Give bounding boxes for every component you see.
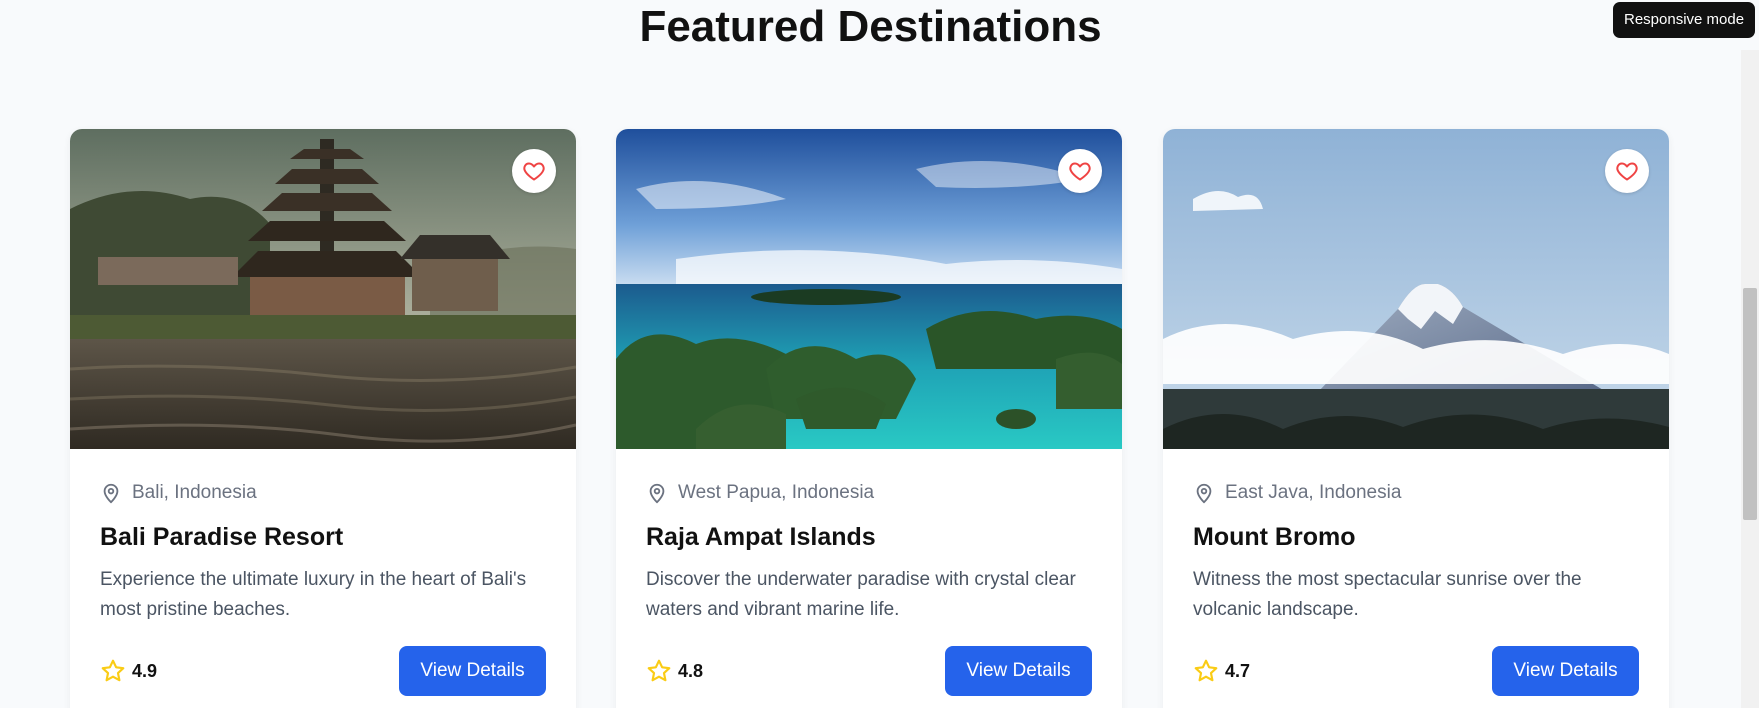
view-details-button[interactable]: View Details	[1492, 646, 1639, 696]
page: Featured Destinations Responsive mode Ba…	[0, 0, 1759, 708]
map-pin-icon	[649, 483, 665, 504]
card-title: Mount Bromo	[1193, 523, 1356, 551]
card-title: Raja Ampat Islands	[646, 523, 876, 551]
card-description: Witness the most spectacular sunrise ove…	[1193, 569, 1582, 620]
heart-icon	[1616, 162, 1638, 181]
map-pin-icon	[1196, 483, 1212, 504]
location-text: East Java, Indonesia	[1225, 482, 1402, 503]
destination-card-mount-bromo: East Java, Indonesia Mount Bromo Witness…	[1163, 129, 1669, 708]
destination-cards: Bali, Indonesia Bali Paradise Resort Exp…	[70, 129, 1670, 708]
card-footer: 4.9 View Details	[100, 646, 546, 696]
card-location: West Papua, Indonesia	[646, 479, 1092, 507]
view-details-button[interactable]: View Details	[399, 646, 546, 696]
rating: 4.8	[646, 658, 703, 684]
heart-icon	[1069, 162, 1091, 181]
scrollbar-thumb[interactable]	[1743, 288, 1757, 520]
rating-value: 4.7	[1225, 660, 1251, 681]
star-icon	[647, 659, 671, 682]
card-image	[1163, 129, 1669, 449]
favorite-button[interactable]	[1058, 149, 1102, 193]
tropical-islands-photo	[616, 129, 1122, 449]
card-body: Bali, Indonesia Bali Paradise Resort Exp…	[70, 449, 576, 696]
card-body: West Papua, Indonesia Raja Ampat Islands…	[616, 449, 1122, 696]
location-text: West Papua, Indonesia	[678, 482, 875, 503]
card-location: East Java, Indonesia	[1193, 479, 1639, 507]
destination-card-raja-ampat: West Papua, Indonesia Raja Ampat Islands…	[616, 129, 1122, 708]
destination-card-bali: Bali, Indonesia Bali Paradise Resort Exp…	[70, 129, 576, 708]
favorite-button[interactable]	[512, 149, 556, 193]
favorite-button[interactable]	[1605, 149, 1649, 193]
card-footer: 4.7 View Details	[1193, 646, 1639, 696]
rating-value: 4.9	[132, 660, 158, 681]
heart-icon	[523, 162, 545, 181]
rating-value: 4.8	[678, 660, 704, 681]
page-scrollbar[interactable]	[1741, 50, 1759, 708]
card-body: East Java, Indonesia Mount Bromo Witness…	[1163, 449, 1669, 696]
section-title: Featured Destinations	[639, 2, 1102, 51]
card-footer: 4.8 View Details	[646, 646, 1092, 696]
star-icon	[1194, 659, 1218, 682]
map-pin-icon	[103, 483, 119, 504]
rating: 4.7	[1193, 658, 1250, 684]
rating: 4.9	[100, 658, 157, 684]
star-icon	[101, 659, 125, 682]
view-details-button[interactable]: View Details	[945, 646, 1092, 696]
card-location: Bali, Indonesia	[100, 479, 546, 507]
card-title: Bali Paradise Resort	[100, 523, 344, 551]
card-image	[616, 129, 1122, 449]
card-image	[70, 129, 576, 449]
temple-lake-photo	[70, 129, 576, 449]
responsive-mode-tooltip: Responsive mode	[1613, 2, 1756, 38]
card-description: Experience the ultimate luxury in the he…	[100, 569, 527, 620]
card-description: Discover the underwater paradise with cr…	[646, 569, 1076, 620]
volcano-photo	[1163, 129, 1669, 449]
location-text: Bali, Indonesia	[132, 482, 257, 503]
